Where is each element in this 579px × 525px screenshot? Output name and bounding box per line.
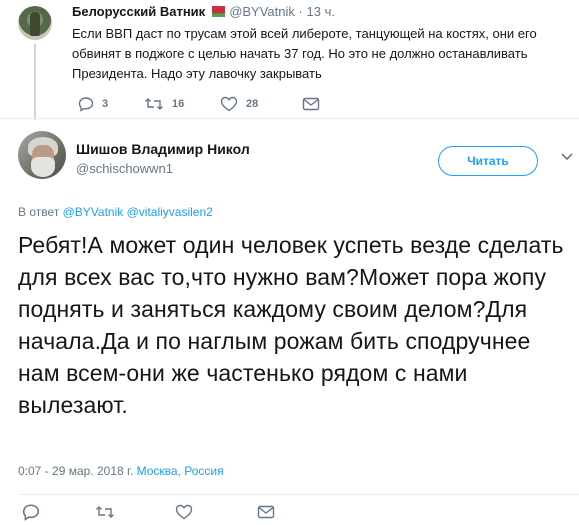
- heart-icon: [220, 96, 238, 112]
- envelope-icon: [257, 505, 275, 519]
- follow-button[interactable]: Читать: [438, 146, 538, 176]
- thread-line: [34, 44, 36, 120]
- like-button[interactable]: [175, 504, 257, 520]
- parent-author-name[interactable]: Белорусский Ватник: [72, 4, 205, 19]
- tweet-text: Ребят!А может один человек успеть везде …: [18, 232, 564, 418]
- parent-dm-button[interactable]: [302, 96, 320, 112]
- reply-icon: [22, 504, 40, 521]
- parent-handle[interactable]: @BYVatnik: [229, 4, 295, 19]
- author-avatar[interactable]: [18, 131, 66, 179]
- parent-action-bar: 3 16 28: [78, 96, 320, 112]
- actions-divider: [18, 494, 579, 495]
- reply-button[interactable]: [22, 503, 95, 521]
- meta-separator: ·: [298, 4, 303, 19]
- belarus-flag-icon: [209, 6, 226, 17]
- tweet-metadata: 0:07 - 29 мар. 2018 г. Москва, Россия: [18, 464, 224, 478]
- parent-tweet[interactable]: Белорусский Ватник @BYVatnik · 13 ч. Если…: [0, 0, 579, 120]
- parent-reply-button[interactable]: 3: [78, 96, 144, 112]
- chevron-down-icon[interactable]: [560, 152, 574, 162]
- reply-mention-vitaliyvasilen2[interactable]: @vitaliyvasilen2: [127, 205, 213, 219]
- reply-context: В ответ @BYVatnik @vitaliyvasilen2: [18, 205, 213, 219]
- retweet-icon: [96, 506, 114, 518]
- tweet-location[interactable]: Москва, Россия: [137, 464, 224, 478]
- reply-prefix: В ответ: [18, 205, 60, 219]
- main-tweet: Шишов Владимир Никол @schischowwn1 Читат…: [0, 119, 579, 525]
- envelope-icon: [302, 97, 320, 111]
- parent-time[interactable]: 13 ч.: [307, 4, 335, 19]
- parent-avatar[interactable]: [18, 6, 52, 40]
- tweet-timestamp[interactable]: 0:07 - 29 мар. 2018 г.: [18, 464, 133, 478]
- parent-like-button[interactable]: 28: [220, 96, 302, 112]
- retweet-icon: [145, 98, 163, 110]
- parent-tweet-text: Если ВВП даст по трусам этой всей либеро…: [72, 26, 537, 81]
- parent-retweet-button[interactable]: 16: [144, 96, 220, 112]
- main-action-bar: [22, 503, 275, 521]
- author-handle[interactable]: @schischowwn1: [76, 161, 173, 176]
- parent-tweet-header: Белорусский Ватник @BYVatnik · 13 ч.: [72, 4, 335, 19]
- parent-like-count: 28: [246, 98, 259, 110]
- reply-icon: [78, 97, 94, 112]
- reply-mention-byvatnik[interactable]: @BYVatnik: [63, 205, 124, 219]
- author-name[interactable]: Шишов Владимир Никол: [76, 141, 250, 157]
- heart-icon: [175, 504, 193, 520]
- dm-button[interactable]: [257, 504, 275, 520]
- parent-retweet-count: 16: [172, 98, 185, 110]
- retweet-button[interactable]: [95, 504, 175, 520]
- parent-reply-count: 3: [102, 98, 109, 110]
